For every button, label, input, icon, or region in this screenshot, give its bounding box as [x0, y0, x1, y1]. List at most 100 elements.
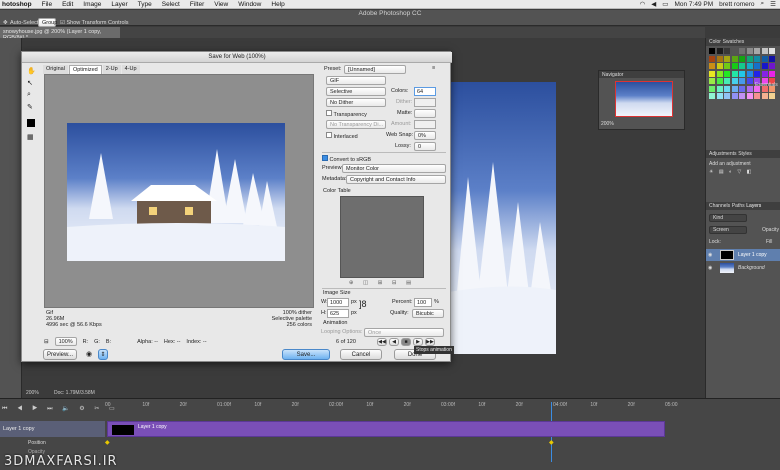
swatch[interactable] — [739, 93, 745, 99]
swatch[interactable] — [731, 78, 738, 84]
swatch[interactable] — [731, 48, 738, 54]
list-icon[interactable]: ☰ — [770, 0, 776, 8]
transparency-checkbox[interactable]: Transparency — [326, 110, 367, 118]
layer-name[interactable]: Background — [738, 265, 765, 271]
color-table[interactable] — [340, 196, 424, 278]
swatch[interactable] — [739, 55, 745, 62]
first-frame-button[interactable]: ◀◀ — [377, 338, 387, 346]
timeline-clip[interactable]: Layer 1 copy — [107, 421, 665, 437]
menu-edit[interactable]: Edit — [57, 1, 78, 8]
color-table-icons[interactable]: ⊕ ◫ ⊞ ⊟ ▤ — [340, 280, 424, 286]
essentials-label[interactable]: Essentials — [755, 82, 778, 88]
slice-select-icon[interactable]: ↖ — [27, 79, 33, 87]
width-input[interactable]: 1000 — [327, 298, 349, 307]
swatch[interactable] — [709, 63, 715, 69]
tab-channels[interactable]: Channels — [709, 203, 730, 209]
dither-algorithm-dropdown[interactable]: No Dither — [326, 98, 386, 107]
swatch[interactable] — [746, 85, 753, 92]
swatches-grid[interactable] — [709, 48, 779, 104]
show-transform-checkbox[interactable]: ☑ Show Transform Controls — [60, 20, 129, 26]
save-button[interactable]: Save... — [282, 349, 330, 360]
menu-help[interactable]: Help — [266, 1, 289, 8]
layer-row[interactable]: ◉ Background — [706, 262, 780, 274]
tab-color[interactable]: Color — [709, 39, 721, 45]
status-doc-size[interactable]: Doc: 1.79M/3.58M — [54, 390, 95, 396]
hand-tool-icon[interactable]: ✋ — [27, 67, 36, 75]
swatch[interactable] — [739, 48, 745, 54]
swatch[interactable] — [716, 55, 723, 62]
wifi-icon[interactable]: ◠ — [640, 0, 646, 8]
swatch[interactable] — [731, 70, 738, 77]
swatch[interactable] — [746, 93, 753, 99]
preview-color-dropdown[interactable]: Monitor Color — [342, 164, 446, 173]
swatch[interactable] — [746, 48, 753, 54]
swatch[interactable] — [746, 55, 753, 62]
matte-dropdown[interactable] — [414, 109, 436, 118]
cancel-button[interactable]: Cancel — [340, 349, 382, 360]
swatch[interactable] — [746, 63, 753, 69]
convert-srgb-checkbox[interactable]: Convert to sRGB — [322, 155, 371, 163]
prev-frame-button[interactable]: ◀ — [389, 338, 399, 346]
swatch[interactable] — [761, 70, 768, 77]
lossy-dropdown[interactable]: 0 — [414, 142, 436, 151]
looping-dropdown[interactable]: Once — [364, 328, 444, 337]
swatch[interactable] — [739, 70, 745, 77]
swatch[interactable] — [739, 63, 745, 69]
swatch[interactable] — [746, 78, 753, 84]
last-frame-button[interactable]: ▶▶ — [425, 338, 435, 346]
interlaced-checkbox[interactable]: Interlaced — [326, 132, 358, 140]
auto-select-dropdown[interactable]: Group — [38, 18, 57, 27]
layer-name[interactable]: Layer 1 copy — [738, 252, 767, 258]
swatch[interactable] — [709, 70, 715, 77]
preview-button[interactable]: Preview... — [43, 349, 77, 360]
preview-pane[interactable] — [44, 74, 314, 308]
zoom-tool-icon[interactable]: ⌕ — [27, 91, 31, 99]
kind-filter[interactable]: Kind — [709, 214, 747, 222]
tab-4up[interactable]: 4-Up — [121, 65, 140, 74]
position-property[interactable]: Position — [28, 440, 46, 446]
move-tool-icon[interactable]: ✥ — [3, 20, 8, 26]
metadata-dropdown[interactable]: Copyright and Contact Info — [346, 175, 446, 184]
swatch[interactable] — [769, 55, 775, 62]
preset-dropdown[interactable]: [Unnamed] — [344, 65, 406, 74]
optimize-menu-icon[interactable]: ≡ — [432, 65, 435, 71]
swatch[interactable] — [709, 85, 715, 92]
stop-animation-button[interactable]: ■ — [401, 338, 411, 346]
document-tab[interactable]: snowyhouse.jpg @ 200% (Layer 1 copy, RGB… — [0, 27, 120, 41]
transparency-dither-dropdown[interactable]: No Transparency Di... — [326, 120, 386, 129]
menu-type[interactable]: Type — [133, 1, 157, 8]
reduction-dropdown[interactable]: Selective — [326, 87, 386, 96]
menu-window[interactable]: Window — [233, 1, 266, 8]
navigator-zoom[interactable]: 200% — [601, 121, 614, 127]
swatch[interactable] — [754, 70, 760, 77]
swatch[interactable] — [769, 93, 775, 99]
next-frame-button[interactable]: ▶ — [413, 338, 423, 346]
swatch[interactable] — [731, 85, 738, 92]
tab-styles[interactable]: Styles — [738, 151, 752, 157]
swatch[interactable] — [769, 63, 775, 69]
swatch[interactable] — [709, 93, 715, 99]
swatch[interactable] — [716, 48, 723, 54]
swatch[interactable] — [731, 55, 738, 62]
swatch[interactable] — [724, 55, 730, 62]
app-menu[interactable]: hotoshop — [0, 1, 37, 8]
keyframe-end[interactable]: ◆ — [549, 439, 554, 446]
swatch[interactable] — [716, 63, 723, 69]
battery-icon[interactable]: ▭ — [662, 0, 668, 8]
menu-image[interactable]: Image — [78, 1, 106, 8]
swatch[interactable] — [754, 63, 760, 69]
clock[interactable]: Mon 7:49 PM — [674, 1, 713, 8]
colors-input[interactable]: 64 — [414, 87, 436, 96]
tab-swatches[interactable]: Swatches — [723, 39, 745, 45]
swatch[interactable] — [754, 48, 760, 54]
menu-layer[interactable]: Layer — [106, 1, 132, 8]
layer-row-selected[interactable]: ◉ Layer 1 copy — [706, 249, 780, 261]
menu-view[interactable]: View — [209, 1, 233, 8]
swatch[interactable] — [709, 78, 715, 84]
height-input[interactable]: 625 — [327, 309, 349, 318]
swatch[interactable] — [716, 93, 723, 99]
swatch[interactable] — [724, 48, 730, 54]
eye-icon[interactable]: ◉ — [708, 252, 712, 258]
browser-dropdown[interactable]: ⇕ — [98, 349, 108, 360]
swatch[interactable] — [761, 63, 768, 69]
